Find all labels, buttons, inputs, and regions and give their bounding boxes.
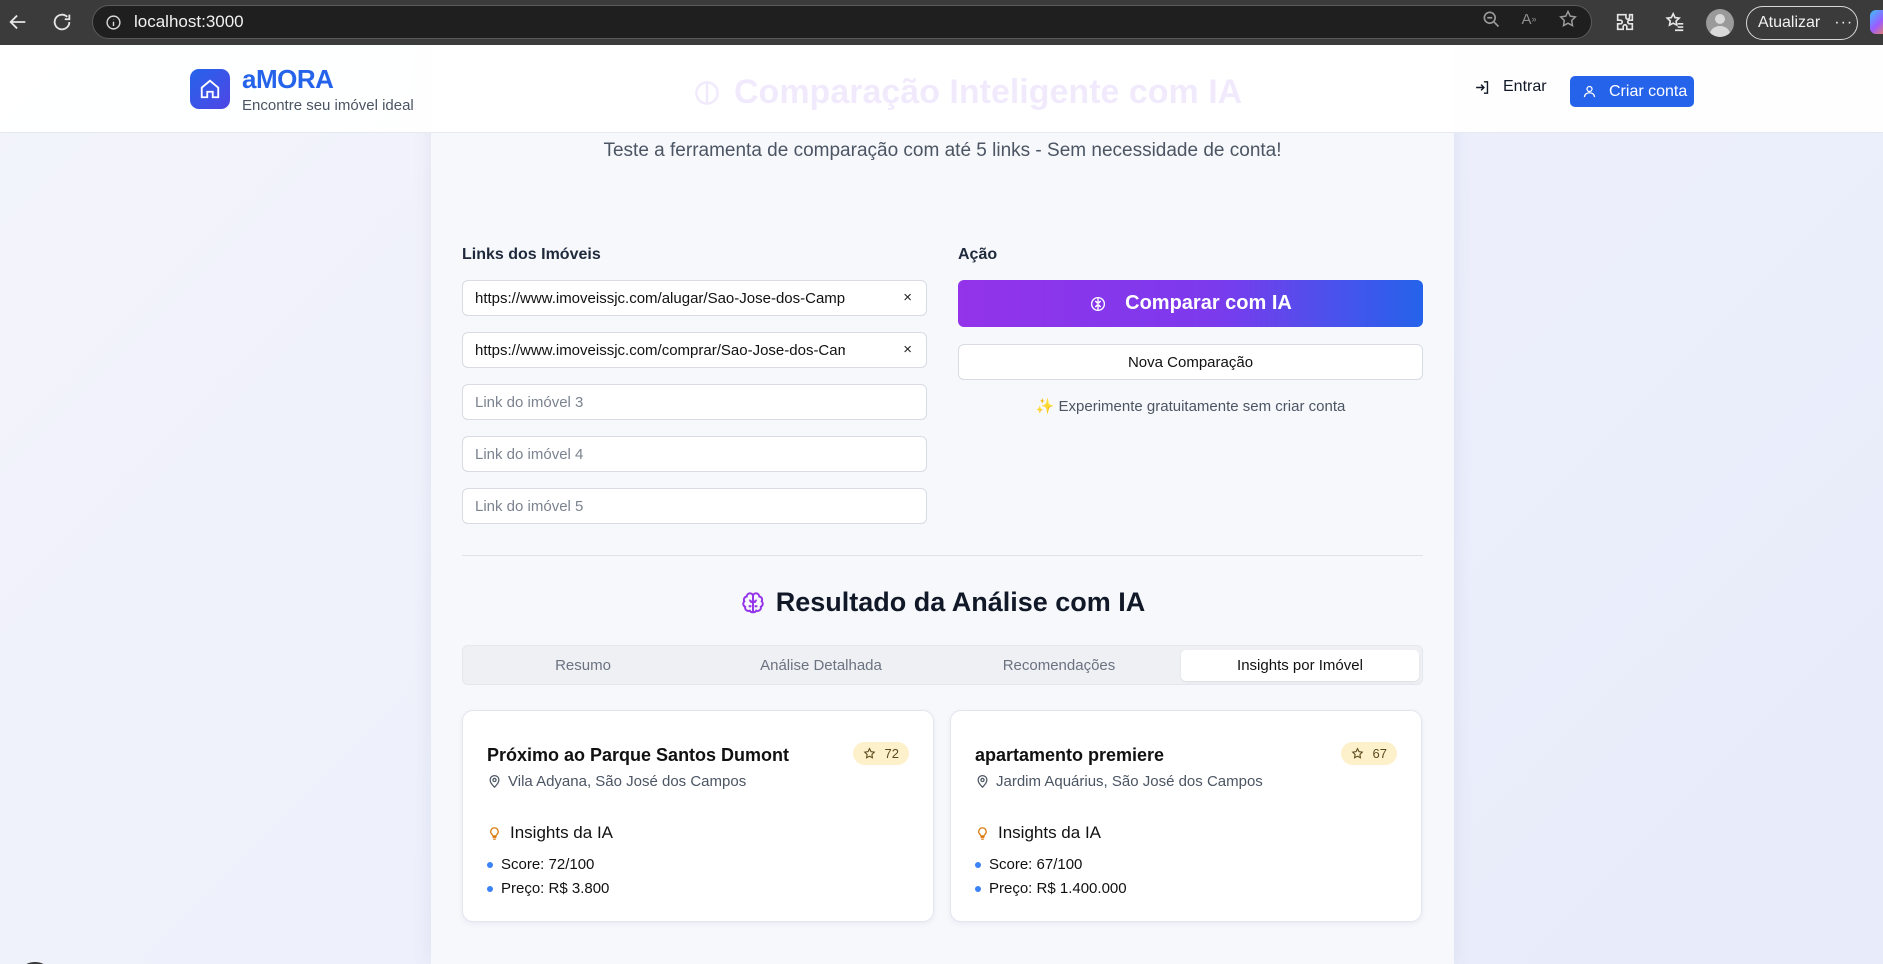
insights-label: Insights da IA [998,823,1102,842]
brain-icon [695,80,719,105]
location-text: Vila Adyana, São José dos Campos [508,773,747,790]
reload-icon[interactable] [48,8,76,36]
read-aloud-icon[interactable]: A» [1518,8,1540,30]
update-button-label: Atualizar [1758,14,1821,31]
star-icon [863,747,875,759]
create-account-label: Criar conta [1609,82,1688,100]
profile-avatar[interactable] [1706,9,1734,37]
links-section-label: Links dos Imóveis [462,246,601,263]
bullet-dot [975,861,981,868]
property-location: Jardim Aquárius, São José dos Campos [975,773,1263,790]
score-value: 72 [884,746,899,761]
brand-tagline: Encontre seu imóvel ideal [242,97,414,114]
page: Teste a ferramenta de comparação com até… [0,45,1883,964]
property-link-input-1[interactable]: https://www.imoveissjc.com/alugar/Sao-Jo… [462,280,927,316]
more-options-icon[interactable]: ··· [1834,14,1853,32]
bullet-text: Preço: R$ 1.400.000 [989,880,1127,897]
bullet-dot [487,861,493,868]
clear-link-icon[interactable]: × [903,341,912,358]
bullet-text: Preço: R$ 3.800 [501,880,610,897]
new-comparison-button[interactable]: Nova Comparação [958,344,1423,380]
property-link-input-5[interactable]: Link do imóvel 5 [462,488,927,524]
brain-icon [1091,296,1106,311]
clear-link-icon[interactable]: × [903,289,912,306]
property-insight-card: apartamento premiere 67 Jardim Aquárius,… [950,710,1422,922]
score-value: 67 [1372,746,1387,761]
property-location: Vila Adyana, São José dos Campos [487,773,746,790]
login-link[interactable]: Entrar [1474,78,1547,96]
tab-resumo[interactable]: Resumo [467,650,699,681]
update-browser-button[interactable]: Atualizar ··· [1746,6,1858,40]
url-text: localhost:3000 [134,12,244,31]
link-input-value: https://www.imoveissjc.com/comprar/Sao-J… [475,341,845,359]
page-subtitle: Teste a ferramenta de comparação com até… [603,140,1282,161]
map-pin-icon [489,774,500,788]
faded-page-title: Comparação Inteligente com IA [692,73,1242,112]
extensions-icon[interactable] [1613,10,1637,34]
bullet-text: Score: 72/100 [501,856,595,873]
insights-heading: Insights da IA [487,823,613,843]
property-title: Próximo ao Parque Santos Dumont [487,745,790,765]
section-divider [462,555,1423,556]
link-input-placeholder: Link do imóvel 4 [475,445,584,463]
home-logo-icon[interactable] [190,69,230,109]
score-badge: 67 [1340,742,1397,765]
link-input-value: https://www.imoveissjc.com/alugar/Sao-Jo… [475,289,845,307]
property-link-input-4[interactable]: Link do imóvel 4 [462,436,927,472]
tab-analise-detalhada[interactable]: Análise Detalhada [705,650,937,681]
login-label: Entrar [1503,78,1547,95]
user-icon [1583,85,1596,98]
bullet-text: Score: 67/100 [989,856,1083,873]
map-pin-icon [977,774,988,788]
compare-button-label: Comparar com IA [1125,292,1292,314]
create-account-button[interactable]: Criar conta [1570,76,1694,107]
insight-bullet: Score: 67/100 [975,856,1082,873]
lightbulb-icon [490,826,499,840]
bullet-dot [975,885,981,892]
brain-icon [741,591,764,613]
browser-toolbar: localhost:3000 A» Atualizar ··· [0,0,1883,45]
action-section-label: Ação [958,246,998,263]
result-heading: Resultado da Análise com IA [431,587,1454,618]
favorite-star-icon[interactable] [1557,8,1579,30]
site-info-icon[interactable] [104,13,122,31]
insights-label: Insights da IA [510,823,614,842]
tab-recomendacoes[interactable]: Recomendações [943,650,1175,681]
sparkles-icon: ✨ [1035,398,1055,415]
free-trial-text: Experimente gratuitamente sem criar cont… [1058,398,1346,415]
property-insight-card: Próximo ao Parque Santos Dumont 72 Vila … [462,710,934,922]
insight-bullet: Preço: R$ 3.800 [487,880,609,897]
copilot-icon[interactable] [1870,10,1883,34]
location-text: Jardim Aquárius, São José dos Campos [996,773,1263,790]
property-link-input-3[interactable]: Link do imóvel 3 [462,384,927,420]
link-input-placeholder: Link do imóvel 3 [475,393,584,411]
result-title-text: Resultado da Análise com IA [775,587,1146,617]
link-input-placeholder: Link do imóvel 5 [475,497,584,515]
results-tabs: Resumo Análise Detalhada Recomendações I… [462,645,1423,685]
insight-bullet: Score: 72/100 [487,856,594,873]
compare-with-ai-button[interactable]: Comparar com IA [958,280,1423,327]
back-arrow-icon[interactable] [4,8,32,36]
comparison-card: Teste a ferramenta de comparação com até… [431,45,1454,964]
property-link-input-2[interactable]: https://www.imoveissjc.com/comprar/Sao-J… [462,332,927,368]
app-header: aMORA Encontre seu imóvel ideal Comparaç… [0,45,1883,133]
free-trial-note: ✨ Experimente gratuitamente sem criar co… [958,397,1423,415]
insights-heading: Insights da IA [975,823,1101,843]
star-icon [1351,747,1363,759]
lightbulb-icon [978,826,987,840]
bullet-dot [487,885,493,892]
faded-title-text: Comparação Inteligente com IA [734,73,1243,111]
insight-bullet: Preço: R$ 1.400.000 [975,880,1127,897]
score-badge: 72 [852,742,909,765]
favorites-list-icon[interactable] [1663,10,1687,34]
address-bar[interactable]: localhost:3000 [92,5,1592,39]
login-icon [1476,80,1489,94]
zoom-out-icon[interactable] [1480,8,1502,30]
brand-name[interactable]: aMORA [242,64,334,95]
property-title: apartamento premiere [975,745,1165,765]
tab-insights-por-imovel[interactable]: Insights por Imóvel [1181,650,1419,681]
